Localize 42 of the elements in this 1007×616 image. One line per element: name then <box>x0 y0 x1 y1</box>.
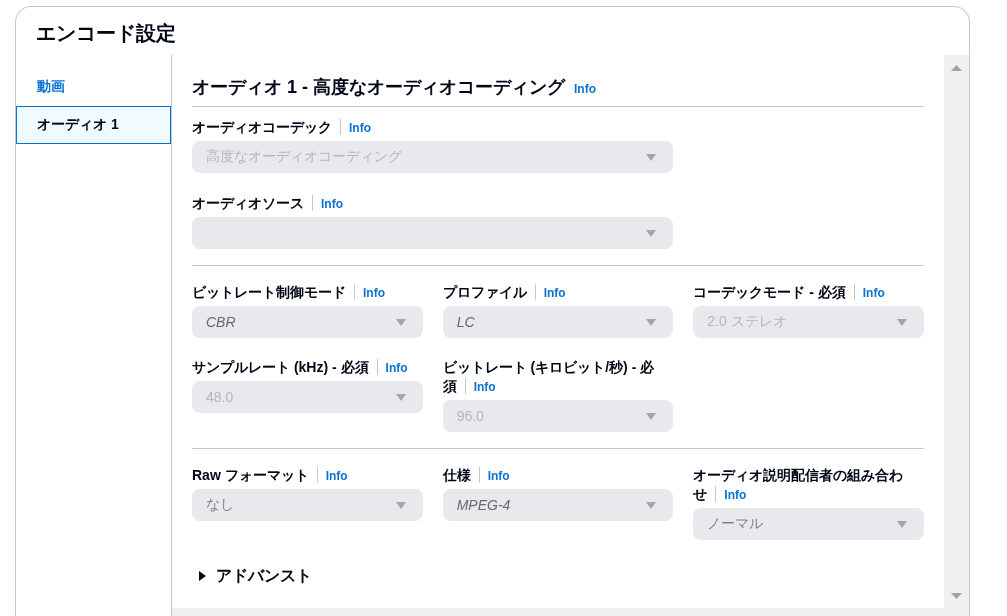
select-field[interactable]: LC <box>442 306 674 338</box>
field-label: オーディオコーデック Info <box>192 118 371 137</box>
select-field[interactable]: CBR <box>192 306 423 338</box>
caret-down-icon <box>395 318 406 326</box>
info-link[interactable]: Info <box>574 82 596 96</box>
info-link[interactable]: Info <box>363 286 385 300</box>
card-title: エンコード設定 <box>36 21 176 46</box>
field-label: オーディオ説明配信者の組み合わせ Info <box>693 466 905 504</box>
select-field[interactable]: MPEG-4 <box>442 489 674 521</box>
field-label: Raw フォーマット Info <box>192 466 348 485</box>
info-link[interactable]: Info <box>487 469 510 483</box>
caret-down-icon <box>646 229 657 237</box>
field-label: 仕様 Info <box>442 466 510 485</box>
vertical-scrollbar[interactable] <box>944 55 969 616</box>
field-label: サンプルレート (kHz) - 必須 Info <box>192 358 408 377</box>
info-link[interactable]: Info <box>325 469 348 483</box>
caret-down-icon <box>395 393 406 401</box>
select-field[interactable] <box>192 217 674 249</box>
select-field[interactable]: なし <box>192 489 423 521</box>
field-label: プロファイル Info <box>442 283 566 302</box>
select-field[interactable]: ノーマル <box>693 508 924 540</box>
caret-down-icon <box>897 520 907 528</box>
field-label: オーディオソース Info <box>192 194 343 213</box>
caret-down-icon <box>646 501 657 509</box>
scroll-up-arrow-icon[interactable] <box>951 65 962 71</box>
info-link[interactable]: Info <box>321 197 343 211</box>
caret-down-icon <box>897 318 907 326</box>
sidebar-item[interactable]: オーディオ 1 <box>16 106 171 144</box>
caret-down-icon <box>646 153 657 161</box>
sidebar-item[interactable]: 動画 <box>16 68 171 106</box>
field-label: ビットレート (キロビット/秒) - 必須 Info <box>442 358 656 396</box>
scroll-down-arrow-icon[interactable] <box>951 593 962 599</box>
caret-down-icon <box>646 318 657 326</box>
section-heading: オーディオ 1 - 高度なオーディオコーディング <box>192 76 565 99</box>
caret-down-icon <box>646 412 657 420</box>
field-label: コーデックモード - 必須 Info <box>693 283 885 302</box>
field-label: ビットレート制御モード Info <box>192 283 385 302</box>
info-link[interactable]: Info <box>543 286 566 300</box>
caret-down-icon <box>395 501 406 509</box>
horizontal-scrollbar[interactable] <box>172 608 944 616</box>
info-link[interactable]: Info <box>724 488 747 502</box>
advanced-toggle[interactable]: アドバンスト <box>192 564 312 588</box>
